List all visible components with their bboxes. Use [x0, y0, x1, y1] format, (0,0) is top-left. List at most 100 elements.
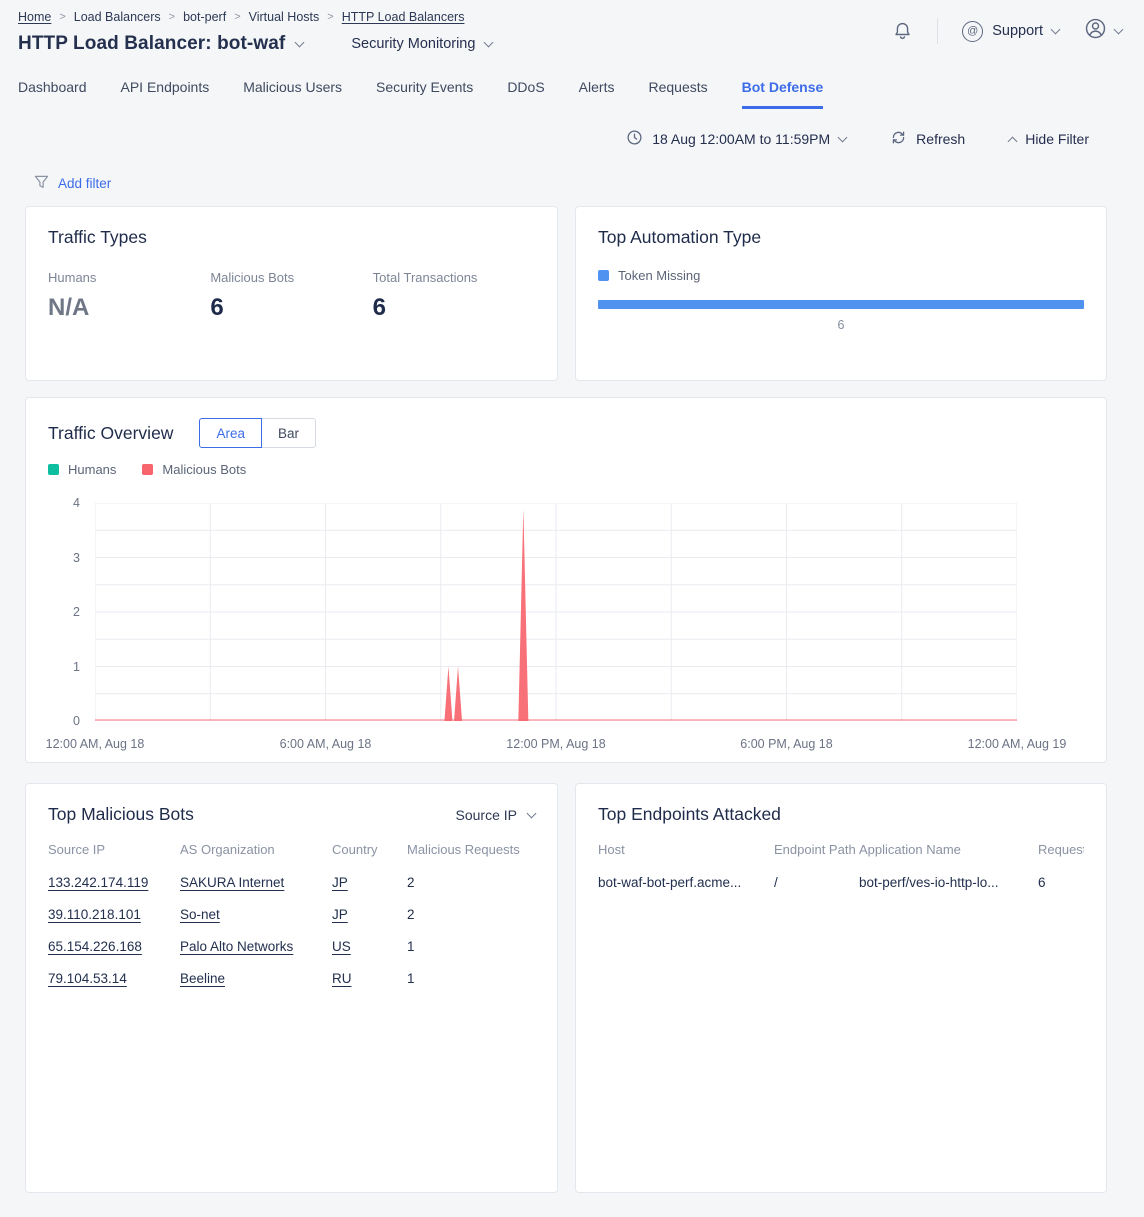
x-tick-label: 12:00 AM, Aug 19	[968, 737, 1067, 751]
context-selector[interactable]: Security Monitoring	[351, 36, 492, 52]
card-title: Top Malicious Bots	[48, 804, 194, 825]
table-row: bot-waf-bot-perf.acme.../bot-perf/ves-io…	[598, 866, 1084, 898]
tab-security-events[interactable]: Security Events	[376, 79, 473, 109]
table-row: 79.104.53.14BeelineRU1	[48, 962, 535, 994]
legend-label: Token Missing	[618, 268, 700, 283]
chevron-down-icon[interactable]	[295, 38, 305, 48]
tab-alerts[interactable]: Alerts	[579, 79, 615, 109]
header-actions: @ Support	[892, 16, 1122, 46]
legend-item: Token Missing	[598, 268, 700, 283]
tab-api-endpoints[interactable]: API Endpoints	[121, 79, 210, 109]
legend-swatch	[142, 464, 153, 475]
filter-bar: 18 Aug 12:00AM to 11:59PM Refresh Hide F…	[0, 129, 1144, 149]
malicious-bots-table: Source IPAS OrganizationCountryMalicious…	[48, 842, 535, 994]
cell: 1	[407, 930, 535, 962]
cell-link[interactable]: US	[332, 930, 407, 962]
support-icon: @	[962, 21, 983, 42]
group-by-dropdown[interactable]: Source IP	[456, 807, 535, 823]
stat: HumansN/A	[48, 270, 210, 322]
hide-filter-button[interactable]: Hide Filter	[1009, 131, 1089, 147]
y-tick-label: 1	[73, 660, 80, 674]
tab-bot-defense[interactable]: Bot Defense	[742, 79, 824, 109]
column-header: Malicious Requests	[407, 842, 535, 866]
breadcrumb-item: Load Balancers	[74, 10, 161, 24]
traffic-overview-plot	[95, 503, 1017, 721]
card-title: Top Endpoints Attacked	[598, 804, 1084, 825]
stat: Malicious Bots6	[210, 270, 372, 322]
cell-link[interactable]: RU	[332, 962, 407, 994]
chevron-down-icon	[1051, 25, 1061, 35]
add-filter-button[interactable]: Add filter	[34, 175, 111, 192]
cell: bot-perf/ves-io-http-lo...	[859, 866, 1038, 898]
cell: 6	[1038, 866, 1084, 898]
legend-swatch	[598, 270, 609, 281]
breadcrumb-item[interactable]: Home	[18, 10, 51, 24]
x-tick-label: 12:00 AM, Aug 18	[46, 737, 145, 751]
toggle-area-button[interactable]: Area	[199, 418, 262, 448]
cell-link[interactable]: JP	[332, 866, 407, 898]
support-menu[interactable]: @ Support	[962, 21, 1059, 42]
breadcrumb-separator: >	[59, 11, 65, 23]
tab-malicious-users[interactable]: Malicious Users	[243, 79, 342, 109]
chevron-down-icon	[484, 38, 494, 48]
traffic-overview-legend: HumansMalicious Bots	[48, 462, 1084, 477]
header-bar: Home>Load Balancers>bot-perf>Virtual Hos…	[0, 0, 1144, 55]
tab-dashboard[interactable]: Dashboard	[18, 79, 87, 109]
cell-link[interactable]: SAKURA Internet	[180, 866, 332, 898]
automation-bar[interactable]	[598, 300, 1084, 309]
cell-link[interactable]: 39.110.218.101	[48, 898, 180, 930]
cell: 2	[407, 866, 535, 898]
table-row: 65.154.226.168Palo Alto NetworksUS1	[48, 930, 535, 962]
stat-value: 6	[373, 294, 535, 322]
column-header: Source IP	[48, 842, 180, 866]
refresh-button[interactable]: Refresh	[890, 129, 965, 149]
traffic-overview-card: Traffic Overview Area Bar HumansMaliciou…	[25, 397, 1107, 763]
chevron-down-icon	[527, 809, 537, 819]
refresh-label: Refresh	[916, 131, 965, 147]
y-tick-label: 3	[73, 551, 80, 565]
malicious-bots-header: Top Malicious Bots Source IP	[48, 804, 535, 825]
page: Home>Load Balancers>bot-perf>Virtual Hos…	[0, 0, 1144, 1193]
stat: Total Transactions6	[373, 270, 535, 322]
breadcrumb-separator: >	[327, 11, 333, 23]
cell-link[interactable]: 65.154.226.168	[48, 930, 180, 962]
tab-requests[interactable]: Requests	[648, 79, 707, 109]
legend-item: Humans	[48, 462, 116, 477]
column-header: Application Name	[859, 842, 1038, 866]
page-title: HTTP Load Balancer: bot-waf	[18, 33, 285, 55]
y-axis-ticks: 43210	[48, 503, 95, 721]
stat-label: Humans	[48, 270, 210, 285]
hide-filter-label: Hide Filter	[1025, 131, 1089, 147]
cell-link[interactable]: JP	[332, 898, 407, 930]
table-row: 133.242.174.119SAKURA InternetJP2	[48, 866, 535, 898]
x-tick-label: 6:00 PM, Aug 18	[740, 737, 832, 751]
column-header: Host	[598, 842, 774, 866]
x-axis-ticks: 12:00 AM, Aug 186:00 AM, Aug 1812:00 PM,…	[95, 737, 1017, 753]
date-range-label: 18 Aug 12:00AM to 11:59PM	[652, 131, 830, 147]
refresh-icon	[890, 129, 907, 149]
cell-link[interactable]: 79.104.53.14	[48, 962, 180, 994]
chart-type-toggle: Area Bar	[199, 418, 316, 448]
tab-ddos[interactable]: DDoS	[507, 79, 544, 109]
bell-icon[interactable]	[892, 20, 913, 42]
date-range-picker[interactable]: 18 Aug 12:00AM to 11:59PM	[626, 129, 846, 149]
x-tick-label: 12:00 PM, Aug 18	[506, 737, 605, 751]
context-selector-label: Security Monitoring	[351, 36, 475, 52]
y-tick-label: 0	[73, 714, 80, 728]
breadcrumb-item: bot-perf	[183, 10, 226, 24]
cell-link[interactable]: So-net	[180, 898, 332, 930]
cell: bot-waf-bot-perf.acme...	[598, 866, 774, 898]
stat-value: 6	[210, 294, 372, 322]
account-icon	[1083, 16, 1108, 46]
breadcrumb-item[interactable]: HTTP Load Balancers	[342, 10, 465, 24]
toggle-bar-button[interactable]: Bar	[261, 418, 316, 448]
cell-link[interactable]: Beeline	[180, 962, 332, 994]
y-tick-label: 2	[73, 605, 80, 619]
cell-link[interactable]: Palo Alto Networks	[180, 930, 332, 962]
account-menu[interactable]	[1083, 16, 1122, 46]
automation-bar-value: 6	[598, 318, 1084, 332]
cell-link[interactable]: 133.242.174.119	[48, 866, 180, 898]
chevron-down-icon	[1114, 25, 1124, 35]
chevron-up-icon	[1008, 136, 1018, 146]
table-row: 39.110.218.101So-netJP2	[48, 898, 535, 930]
